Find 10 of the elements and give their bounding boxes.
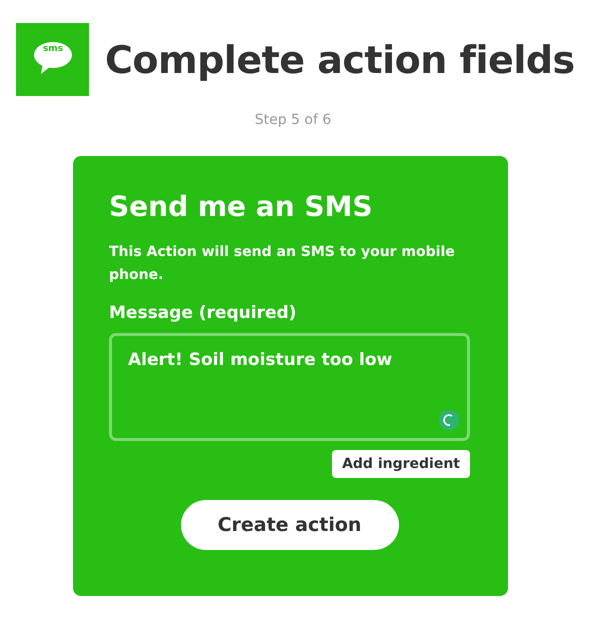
step-indicator: Step 5 of 6 [254, 112, 332, 128]
logo-text: sms [42, 44, 64, 54]
chat-bubble-icon [33, 41, 73, 75]
action-description: This Action will send an SMS to your mobile phone. [109, 243, 456, 285]
add-ingredient-button[interactable]: Add ingredient [332, 450, 470, 478]
field-label: Message (required) [109, 303, 298, 323]
create-action-button[interactable]: Create action [180, 500, 398, 550]
loading-icon [439, 410, 459, 430]
page-title: Complete action fields [105, 38, 575, 82]
action-title: Send me an SMS [109, 190, 374, 223]
